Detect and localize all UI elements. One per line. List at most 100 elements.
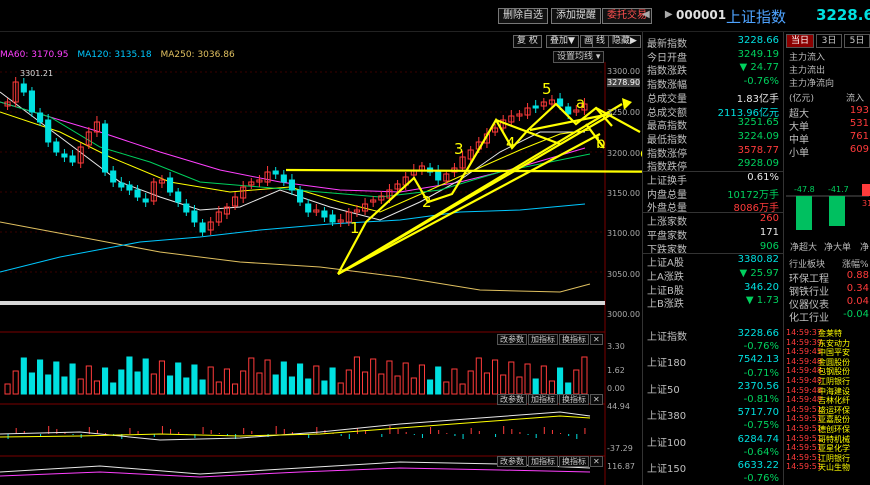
sub-index-row: 上证100 6284.74: [647, 433, 779, 449]
sub-index-row: -0.76%: [743, 341, 779, 353]
flow-title-net: 主力净流向: [789, 79, 835, 89]
switch-indicator-button[interactable]: 换指标: [559, 456, 589, 467]
wave-label-4: 4: [506, 134, 516, 152]
add-indicator-button[interactable]: 加指标: [528, 334, 558, 345]
y-label: -37.29: [607, 444, 633, 453]
stock-price: 3228.66: [816, 6, 870, 24]
sub-index-row: 上证指数 3228.66: [647, 328, 779, 343]
y-label: 3250.00: [607, 108, 641, 117]
params-button[interactable]: 改参数: [497, 456, 527, 467]
sub-index-row: -0.81%: [743, 394, 779, 405]
wave-label-3: 3: [454, 140, 464, 158]
industry-header-pct: 涨幅%: [842, 260, 869, 270]
y-label: 44.94: [607, 402, 630, 411]
quote-row: 上A涨跌 ▼ 25.97: [647, 267, 779, 283]
sub-index-row: 上证150 6633.22: [647, 460, 779, 475]
stock-name: 上证指数: [726, 8, 787, 26]
sub-index-row: -0.71%: [743, 367, 779, 379]
add-alert-button[interactable]: 添加提醒: [551, 8, 601, 24]
quote-row: 指数涨跌 ▼ 24.77: [647, 62, 779, 78]
wave-label-5: 5: [542, 80, 552, 98]
close-icon[interactable]: ✕: [590, 334, 603, 345]
y-label-current: 3278.90: [607, 78, 641, 87]
net-flow-bars: -47.8 -41.7 31 净超大 净大单 净: [786, 184, 870, 252]
y-label: 3300.00: [607, 67, 641, 76]
quote-row: 内盘总量 10172万手: [647, 189, 779, 201]
switch-indicator-button[interactable]: 换指标: [559, 334, 589, 345]
ma250-label: MA250: 3036.86: [160, 50, 235, 60]
y-label: 3100.00: [607, 229, 641, 238]
add-indicator-button[interactable]: 加指标: [528, 456, 558, 467]
flow-title-in: 主力流入: [789, 53, 826, 63]
ma60-label: MA60: 3170.95: [0, 50, 69, 60]
y-label: 116.87: [607, 462, 635, 471]
flow-header: 流入: [846, 94, 865, 104]
nav-arrows[interactable]: ◀ ▶: [642, 9, 679, 20]
stock-code: 000001: [676, 8, 727, 22]
ma-legend: MA60: 3170.95 MA120: 3135.18 MA250: 3036…: [0, 50, 640, 62]
sub-index-row: -0.75%: [743, 420, 779, 432]
bar-caption: 净大单: [824, 241, 851, 252]
quote-row: 上B涨跌 ▼ 1.73: [647, 295, 779, 311]
quote-panel: 最新指数 3228.66 今日开盘 3249.19 指数涨跌 ▼ 24.77 指数涨幅 -0.…: [642, 32, 783, 485]
quote-row: 最低指数 3224.09: [647, 130, 779, 146]
industry-row[interactable]: 环保工程 0.88: [789, 270, 869, 285]
hide-button[interactable]: 隐藏▶: [608, 35, 641, 48]
y-label: 0.00: [607, 384, 625, 393]
flow-title-out: 主力流出: [789, 66, 826, 76]
top-bar: 删除自选 添加提醒 委托交易 ◀ ▶ 000001 上证指数 3228.66: [0, 0, 870, 32]
params-button[interactable]: 改参数: [497, 334, 527, 345]
quote-row: 总成交量 1.83亿手: [647, 93, 779, 105]
sub-index-row: -0.64%: [743, 446, 779, 458]
add-indicator-button[interactable]: 加指标: [528, 394, 558, 405]
ma120-label: MA120: 3135.18: [77, 50, 152, 60]
y-label: 3000.00: [607, 310, 641, 319]
flow-unit: (亿元): [789, 94, 815, 104]
tab-3day[interactable]: 3日: [816, 34, 842, 48]
sub-index-row: 上证180 7542.13: [647, 354, 779, 370]
quote-row: 最新指数 3228.66: [647, 35, 779, 50]
chart-toolbar: 复 权 叠加▼ 画 线 隐藏▶: [0, 32, 642, 48]
industry-row[interactable]: 钢铁行业 0.34: [789, 283, 869, 298]
quote-row: 今日开盘 3249.19: [647, 48, 779, 64]
switch-indicator-button[interactable]: 换指标: [559, 394, 589, 405]
line-button[interactable]: 线: [592, 35, 610, 48]
adjust-button[interactable]: 复 权: [513, 35, 542, 48]
quote-row: 上证B股 346.20: [647, 281, 779, 297]
wave-label-1: 1: [350, 219, 360, 237]
quote-row: 平盘家数 171: [647, 226, 779, 242]
bar-caption: 净超大: [790, 241, 817, 252]
industry-row[interactable]: 化工行业 -0.04: [789, 309, 869, 324]
y-label: 3150.00: [607, 189, 641, 198]
sub-index-row: 上证380 5717.70: [647, 407, 779, 423]
close-icon[interactable]: ✕: [590, 394, 603, 405]
bar-caption: 净: [860, 241, 869, 252]
wave-label-a: a: [576, 94, 585, 112]
quote-row: 指数涨幅 -0.76%: [647, 76, 779, 92]
bar-label: -47.8: [794, 185, 815, 194]
quote-row: 指数涨停 3578.77: [647, 144, 779, 160]
y-label: 3050.00: [607, 270, 641, 279]
quote-row: 最高指数 3251.65: [647, 117, 779, 133]
params-button[interactable]: 改参数: [497, 394, 527, 405]
tab-5day[interactable]: 5日: [844, 34, 870, 48]
quote-row: 上证A股 3380.82: [647, 254, 779, 270]
industry-header: 行业板块: [789, 260, 826, 270]
sub-index-row: 上证50 2370.56: [647, 380, 779, 396]
wave-label-2: 2: [422, 193, 432, 211]
y-label: 1.62: [607, 366, 625, 375]
kline-chart[interactable]: 1 2 3 4 5 a b c 3301.21: [0, 62, 642, 485]
tab-today[interactable]: 当日: [786, 34, 814, 48]
high-marker: 3301.21: [20, 69, 53, 78]
close-icon[interactable]: ✕: [590, 456, 603, 467]
y-label: 3.30: [607, 342, 625, 351]
industry-row[interactable]: 仪器仪表 0.04: [789, 296, 869, 311]
y-label: 3200.00: [607, 149, 641, 158]
wave-label-b: b: [596, 134, 606, 152]
sub-index-row: -0.76%: [743, 473, 779, 485]
remove-watchlist-button[interactable]: 删除自选: [498, 8, 548, 24]
tick-row: 14:59:51 天山生物: [786, 462, 850, 473]
quote-row: 上涨家数 260: [647, 213, 779, 229]
overlay-button[interactable]: 叠加▼: [546, 35, 579, 48]
flow-row: 大单 531: [789, 118, 869, 133]
